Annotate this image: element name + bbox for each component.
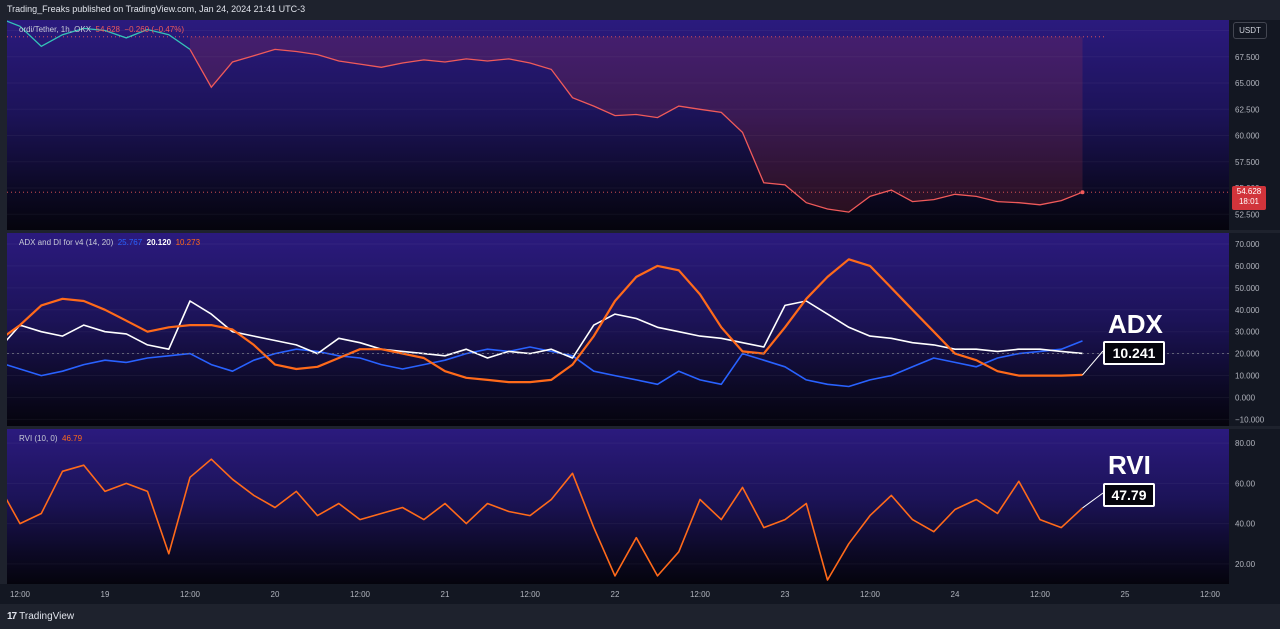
axis-tick-label: 40.000 <box>1235 306 1260 315</box>
rvi-legend: RVI (10, 0) 46.79 <box>19 434 82 443</box>
rvi-indicator-name: RVI (10, 0) <box>19 434 58 443</box>
adx-callout-line <box>1082 350 1104 376</box>
price-legend: ordi/Tether, 1h, OKX 54.628 −0.260 (−0.4… <box>19 25 184 34</box>
last-price-dot <box>1080 190 1085 195</box>
rvi-pane[interactable]: RVI (10, 0) 46.79 RVI 47.79 <box>7 429 1229 584</box>
axis-tick-label: 65.000 <box>1235 79 1260 88</box>
axis-tick-label: 50.000 <box>1235 284 1260 293</box>
last-price-value: 54.628 <box>95 25 120 34</box>
adx-value: 20.120 <box>146 238 172 247</box>
time-label: 12:00 <box>1200 590 1221 599</box>
symbol-label: ordi/Tether, 1h, OKX <box>19 25 92 34</box>
axis-tick-label: 20.000 <box>1235 350 1260 359</box>
price-change-value: −0.260 (−0.47%) <box>124 25 185 34</box>
adx-legend: ADX and DI for v4 (14, 20) 25.767 20.120… <box>19 238 200 247</box>
last-price-tag-value: 54.628 <box>1236 187 1262 196</box>
adx-chart[interactable] <box>7 233 1229 426</box>
di-minus-value: 10.273 <box>175 238 201 247</box>
time-axis-labels: 12:00 19 12:00 20 12:00 21 12:00 22 12:00 23 12:00… <box>10 590 1221 599</box>
adx-pane[interactable]: ADX and DI for v4 (14, 20) 25.767 20.120… <box>7 233 1229 426</box>
adx-annotation: ADX <box>1108 309 1163 339</box>
axis-tick-label: 60.000 <box>1235 262 1260 271</box>
footer: 17 TradingView <box>0 604 1280 629</box>
time-label: 25 <box>1121 590 1130 599</box>
currency-button[interactable]: USDT <box>1233 22 1267 39</box>
axis-tick-label: 20.00 <box>1235 560 1256 569</box>
tradingview-logo-icon: 17 <box>7 611 17 622</box>
axis-tick-label: 40.00 <box>1235 520 1256 529</box>
axis-tick-label: 57.500 <box>1235 158 1260 167</box>
time-label: 12:00 <box>690 590 711 599</box>
series-line-rvi <box>7 458 1084 581</box>
axis-tick-label: 62.500 <box>1235 105 1260 114</box>
rvi-chart[interactable] <box>7 429 1229 584</box>
time-label: 12:00 <box>520 590 541 599</box>
adx-axis[interactable]: 70.000 60.000 50.000 40.000 30.000 20.000 10.0… <box>1229 233 1280 426</box>
axis-tick-label: 30.000 <box>1235 328 1260 337</box>
price-chart[interactable] <box>7 20 1229 230</box>
rvi-axis-ticks: 80.00 60.00 40.00 20.00 <box>1235 439 1256 569</box>
axis-tick-label: 60.00 <box>1235 479 1256 488</box>
publish-header: Trading_Freaks published on TradingView.… <box>0 0 1280 20</box>
time-label: 22 <box>611 590 620 599</box>
time-label: 23 <box>781 590 790 599</box>
brand-name: TradingView <box>19 611 75 622</box>
time-axis[interactable]: 12:00 19 12:00 20 12:00 21 12:00 22 12:00 23 12:00… <box>0 584 1280 604</box>
rvi-axis[interactable]: 80.00 60.00 40.00 20.00 <box>1229 429 1280 584</box>
axis-tick-label: 60.000 <box>1235 132 1260 141</box>
axis-tick-label: 67.500 <box>1235 53 1260 62</box>
axis-tick-label: 70.000 <box>1235 240 1260 249</box>
adx-indicator-name: ADX and DI for v4 (14, 20) <box>19 238 114 247</box>
bar-countdown: 18:01 <box>1238 197 1260 206</box>
rvi-value-box: 47.79 <box>1103 483 1155 507</box>
di-plus-value: 25.767 <box>117 238 143 247</box>
publish-text: Trading_Freaks published on TradingView.… <box>7 4 306 14</box>
drawdown-area <box>190 36 1083 213</box>
axis-tick-label: −10.000 <box>1235 415 1265 424</box>
time-label: 12:00 <box>180 590 201 599</box>
axis-tick-label: 52.500 <box>1235 210 1260 219</box>
time-label: 24 <box>951 590 960 599</box>
adx-axis-ticks: 70.000 60.000 50.000 40.000 30.000 20.000 10.0… <box>1235 240 1265 424</box>
axis-tick-label: 10.000 <box>1235 372 1260 381</box>
axis-tick-label: 0.000 <box>1235 393 1256 402</box>
last-price-tag: 54.628 18:01 <box>1232 186 1266 210</box>
time-label: 12:00 <box>10 590 31 599</box>
time-label: 12:00 <box>860 590 881 599</box>
time-label: 21 <box>441 590 450 599</box>
axis-tick-label: 80.00 <box>1235 439 1256 448</box>
price-pane[interactable]: ordi/Tether, 1h, OKX 54.628 −0.260 (−0.4… <box>7 20 1229 230</box>
rvi-callout-line <box>1082 492 1104 509</box>
time-label: 20 <box>271 590 280 599</box>
time-label: 12:00 <box>1030 590 1051 599</box>
rvi-annotation: RVI <box>1108 450 1151 480</box>
tradingview-logo[interactable]: 17 TradingView <box>7 611 74 622</box>
adx-value-box: 10.241 <box>1103 341 1165 365</box>
time-label: 19 <box>101 590 110 599</box>
rvi-value: 46.79 <box>62 434 83 443</box>
time-label: 12:00 <box>350 590 371 599</box>
